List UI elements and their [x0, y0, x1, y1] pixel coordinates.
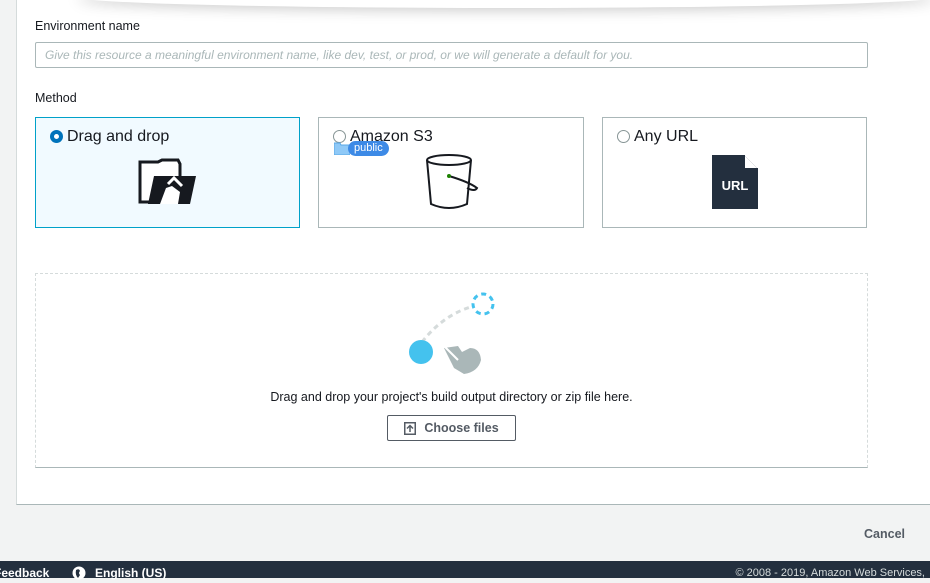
folder-upload-icon [138, 158, 198, 211]
method-option-label: Any URL [634, 128, 699, 145]
file-dropzone[interactable]: Drag and drop your project's build outpu… [35, 273, 868, 468]
radio-any-url[interactable] [617, 130, 630, 143]
radio-drag-and-drop[interactable] [50, 130, 63, 143]
globe-icon [72, 566, 86, 583]
url-file-icon: URL [710, 153, 760, 216]
cancel-button[interactable]: Cancel [864, 527, 905, 541]
footer: Feedback English (US) © 2008 - 2019, Ama… [0, 561, 930, 580]
copyright-text: © 2008 - 2019, Amazon Web Services, [735, 567, 925, 579]
public-badge: public [348, 140, 389, 156]
s3-bucket-icon [423, 152, 481, 217]
environment-name-input[interactable] [35, 42, 868, 68]
environment-name-label: Environment name [35, 19, 140, 33]
dropzone-text: Drag and drop your project's build outpu… [270, 390, 633, 404]
upload-icon [404, 421, 417, 435]
svg-text:URL: URL [722, 178, 749, 193]
public-tag: public [334, 140, 391, 156]
method-option-label: Drag and drop [67, 128, 170, 145]
method-option-amazon-s3[interactable]: Amazon S3 public [318, 117, 584, 228]
drag-gesture-icon [404, 290, 504, 385]
header-shadow [77, 0, 930, 8]
method-label: Method [35, 91, 77, 105]
method-option-any-url[interactable]: Any URL URL [602, 117, 867, 228]
choose-files-label: Choose files [424, 421, 499, 435]
method-option-drag-and-drop[interactable]: Drag and drop [35, 117, 300, 228]
choose-files-button[interactable]: Choose files [387, 415, 516, 441]
